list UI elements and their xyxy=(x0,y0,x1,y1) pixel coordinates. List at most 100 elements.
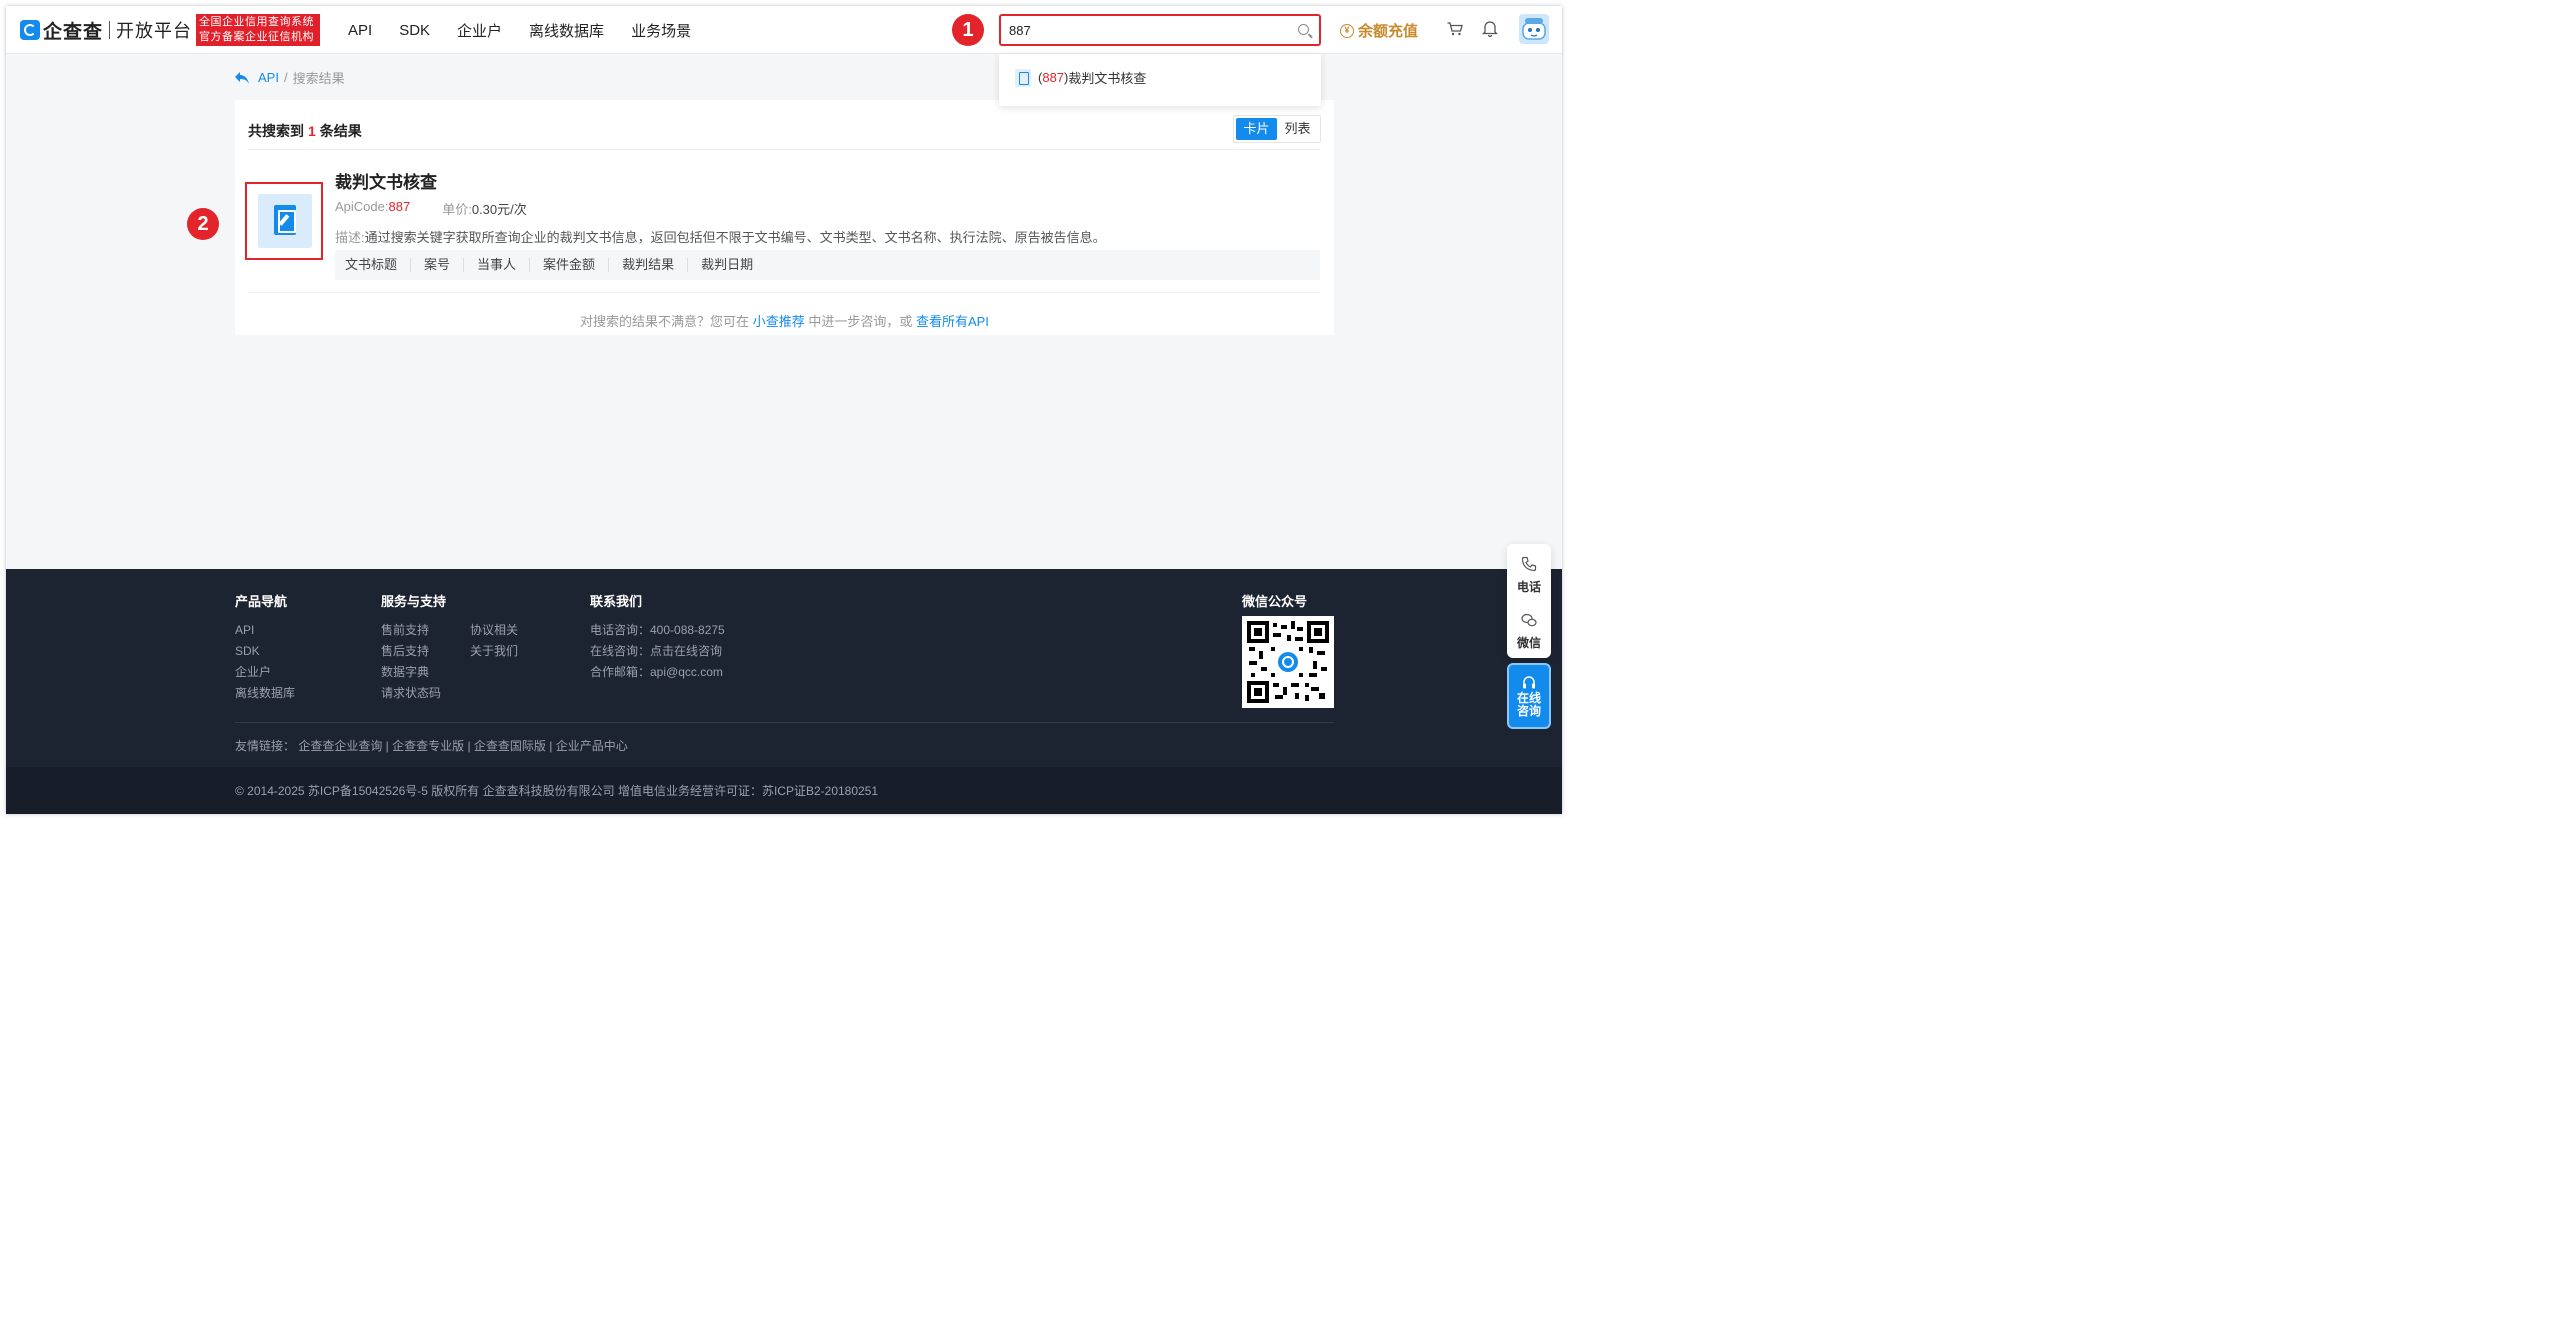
breadcrumb-separator: / xyxy=(283,70,288,85)
search-box[interactable] xyxy=(999,14,1321,46)
field-tag: 案号 xyxy=(411,258,465,272)
footer-service-title: 服务与支持 xyxy=(381,594,447,609)
footer-link[interactable]: 协议相关 xyxy=(470,620,518,641)
hint-text-1: 对搜索的结果不满意？您可在 xyxy=(580,314,750,329)
footer-contact-title: 联系我们 xyxy=(590,594,643,609)
field-tag: 文书标题 xyxy=(345,258,412,272)
judgment-document-icon[interactable] xyxy=(258,194,312,248)
credit-badge-line1: 全国企业信用查询系统 xyxy=(199,16,314,28)
suggestion-item[interactable]: (887) 裁判文书核查 xyxy=(1015,68,1146,87)
top-header: 企查查 开放平台 全国企业信用查询系统 官方备案企业征信机构 API SDK 企… xyxy=(6,6,1562,54)
footer-link[interactable]: 售后支持 xyxy=(381,641,441,662)
breadcrumb-current: 搜索结果 xyxy=(292,71,345,86)
suggestion-name: 裁判文书核查 xyxy=(1068,71,1147,86)
nav-enterprise[interactable]: 企业户 xyxy=(457,20,502,41)
copyright: © 2014-2025 苏ICP备15042526号-5 版权所有 企查查科技股… xyxy=(235,784,879,798)
result-count-suffix: 条结果 xyxy=(319,123,362,139)
float-online-consult-button[interactable]: 在线 咨询 xyxy=(1507,663,1551,729)
field-tag: 案件金额 xyxy=(530,258,610,272)
divider xyxy=(248,149,1320,150)
footer-link[interactable]: SDK xyxy=(235,641,295,662)
api-meta: ApiCode: 887 单价: 0.30元/次 xyxy=(335,199,527,218)
recharge-label: 余额充值 xyxy=(1358,23,1419,40)
search-input[interactable] xyxy=(1009,21,1289,39)
footer-link[interactable]: 企业户 xyxy=(235,662,295,683)
api-code-label: ApiCode: xyxy=(335,199,389,214)
logo-divider xyxy=(109,21,111,39)
view-all-api-link[interactable]: 查看所有API xyxy=(916,314,989,329)
search-suggestion-dropdown: (887) 裁判文书核查 xyxy=(999,54,1321,106)
robot-avatar-icon xyxy=(1522,18,1546,40)
footer-product-nav: 产品导航 API SDK 企业户 离线数据库 xyxy=(235,591,295,704)
result-count-number: 1 xyxy=(308,123,316,139)
result-count: 共搜索到 1 条结果 xyxy=(248,121,362,141)
field-tag: 裁判结果 xyxy=(609,258,689,272)
api-description: 描述:通过搜索关键字获取所查询企业的裁判文书信息，返回包括但不限于文书编号、文书… xyxy=(335,227,1106,246)
step-marker-2: 2 xyxy=(187,208,219,240)
contact-online[interactable]: 在线咨询：点击在线咨询 xyxy=(590,641,725,662)
breadcrumb-api[interactable]: API xyxy=(258,70,279,85)
main-nav: API SDK 企业户 离线数据库 业务场景 xyxy=(348,6,718,54)
back-arrow-icon[interactable] xyxy=(234,71,250,85)
xiaocha-recommend-link[interactable]: 小查推荐 xyxy=(753,314,805,329)
api-icon-highlight[interactable] xyxy=(245,182,323,260)
field-tag: 当事人 xyxy=(464,258,531,272)
browser-frame: 企查查 开放平台 全国企业信用查询系统 官方备案企业征信机构 API SDK 企… xyxy=(6,6,1562,814)
logo-text: 企查查 xyxy=(43,21,104,43)
logo-subtitle: 开放平台 xyxy=(116,21,193,41)
avatar[interactable] xyxy=(1519,14,1549,44)
copyright-bar: © 2014-2025 苏ICP备15042526号-5 版权所有 企查查科技股… xyxy=(6,767,1562,814)
footer-link[interactable]: 关于我们 xyxy=(470,641,518,662)
api-name[interactable]: 裁判文书核查 xyxy=(335,168,437,193)
nav-scenarios[interactable]: 业务场景 xyxy=(631,20,691,41)
float-online-label-2: 咨询 xyxy=(1516,704,1541,718)
nav-sdk[interactable]: SDK xyxy=(399,22,430,39)
footer-product-title: 产品导航 xyxy=(235,594,288,609)
footer-link[interactable]: API xyxy=(235,620,295,641)
float-phone-button[interactable]: 电话 xyxy=(1507,544,1551,600)
contact-email[interactable]: 合作邮箱：api@qcc.com xyxy=(590,662,725,683)
footer-link[interactable]: 请求状态码 xyxy=(381,683,441,704)
nav-api[interactable]: API xyxy=(348,22,372,39)
field-tag: 裁判日期 xyxy=(701,257,754,272)
footer-link[interactable]: 数据字典 xyxy=(381,662,441,683)
api-price-label: 单价: xyxy=(442,202,472,217)
friend-links[interactable]: 友情链接： 企查查企业查询 | 企查查专业版 | 企查查国际版 | 企业产品中心 xyxy=(235,737,628,754)
floating-contact-bar: 电话 微信 xyxy=(1507,544,1551,658)
logo[interactable]: 企查查 开放平台 xyxy=(20,18,193,43)
document-icon xyxy=(1015,68,1031,87)
footer-link[interactable]: 售前支持 xyxy=(381,620,441,641)
footer: 产品导航 API SDK 企业户 离线数据库 服务与支持 售前支持 售后支持 数… xyxy=(6,569,1562,814)
contact-phone[interactable]: 电话咨询：400-088-8275 xyxy=(590,620,725,641)
api-code: 887 xyxy=(388,199,411,214)
footer-link[interactable]: 离线数据库 xyxy=(235,683,295,704)
api-field-tags: 文书标题 案号 当事人 案件金额 裁判结果 裁判日期 xyxy=(335,250,1320,280)
nav-offline-db[interactable]: 离线数据库 xyxy=(529,20,604,41)
search-icon[interactable] xyxy=(1298,24,1309,35)
float-wechat-label: 微信 xyxy=(1516,636,1541,650)
cart-icon[interactable] xyxy=(1447,22,1463,36)
coin-icon: ¥ xyxy=(1340,23,1354,38)
footer-contact: 联系我们 电话咨询：400-088-8275 在线咨询：点击在线咨询 合作邮箱：… xyxy=(590,591,725,683)
recharge-button[interactable]: ¥ 余额充值 xyxy=(1340,20,1418,41)
divider xyxy=(248,292,1320,293)
view-list-button[interactable]: 列表 xyxy=(1277,118,1318,140)
suggestion-code: 887 xyxy=(1042,70,1065,85)
bell-icon[interactable] xyxy=(1482,20,1498,37)
api-description-label: 描述: xyxy=(335,230,365,245)
api-description-text: 通过搜索关键字获取所查询企业的裁判文书信息，返回包括但不限于文书编号、文书类型、… xyxy=(364,230,1106,245)
wechat-icon xyxy=(1521,613,1537,627)
qcc-logo-icon xyxy=(20,20,40,40)
breadcrumb: API / 搜索结果 xyxy=(234,68,345,87)
footer-divider xyxy=(235,722,1334,723)
view-card-button[interactable]: 卡片 xyxy=(1236,118,1277,140)
footer-service: 服务与支持 售前支持 售后支持 数据字典 请求状态码 协议相关 关于我们 xyxy=(381,591,518,704)
view-toggle: 卡片 列表 xyxy=(1233,115,1321,143)
phone-icon xyxy=(1521,556,1537,572)
step-marker-1: 1 xyxy=(952,14,984,46)
float-phone-label: 电话 xyxy=(1516,580,1541,594)
result-count-prefix: 共搜索到 xyxy=(248,123,304,139)
float-wechat-button[interactable]: 微信 xyxy=(1507,600,1551,656)
footer-wechat-title: 微信公众号 xyxy=(1242,594,1308,609)
search-results-card: 共搜索到 1 条结果 卡片 列表 裁判文书核查 ApiCode: 887 单价: 0… xyxy=(235,100,1334,335)
